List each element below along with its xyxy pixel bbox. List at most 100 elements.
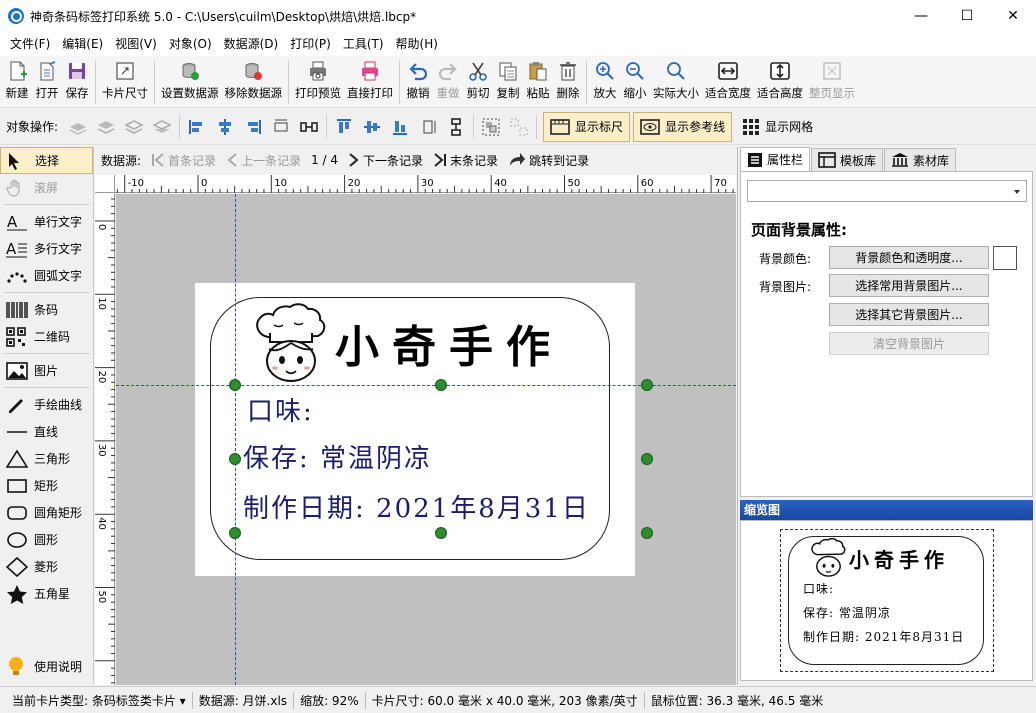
fit-width-button[interactable]: 适合宽度 xyxy=(702,56,754,106)
send-backward-icon[interactable] xyxy=(120,113,148,141)
menu-object[interactable]: 对象(O) xyxy=(163,32,218,56)
undo-button[interactable]: 撤销 xyxy=(403,56,433,106)
label-card[interactable]: 小奇手作 口味: 保存: 常温阴凉 制作日期: 2021年8月31日 xyxy=(195,283,635,576)
show-grid-toggle[interactable]: 显示网格 xyxy=(735,112,820,142)
tool-rect[interactable]: 矩形 xyxy=(0,472,93,499)
distribute-vertical-icon[interactable] xyxy=(442,113,470,141)
bring-forward-icon[interactable] xyxy=(92,113,120,141)
menu-view[interactable]: 视图(V) xyxy=(109,32,163,56)
selection-handle[interactable] xyxy=(229,379,241,391)
show-guides-toggle[interactable]: 显示参考线 xyxy=(633,111,733,142)
vertical-guide-line[interactable] xyxy=(235,194,236,685)
bg-other-image-button[interactable]: 选择其它背景图片... xyxy=(829,303,989,326)
jump-record-button[interactable]: 跳转到记录 xyxy=(508,152,589,169)
tool-single-text[interactable]: A 单行文字 xyxy=(0,208,93,235)
tool-qrcode[interactable]: 二维码 xyxy=(0,323,93,350)
same-height-icon[interactable] xyxy=(414,113,442,141)
group-icon[interactable] xyxy=(477,113,505,141)
chef-mascot-icon[interactable] xyxy=(252,303,328,385)
selection-handle[interactable] xyxy=(435,379,447,391)
tool-freehand[interactable]: 手绘曲线 xyxy=(0,391,93,418)
align-left-icon[interactable] xyxy=(183,113,211,141)
tab-properties[interactable]: 属性栏 xyxy=(740,147,811,171)
align-center-icon[interactable] xyxy=(211,113,239,141)
tool-multi-text[interactable]: A 多行文字 xyxy=(0,235,93,262)
prev-record-button[interactable]: 上一条记录 xyxy=(226,152,301,169)
tool-image[interactable]: 图片 xyxy=(0,357,93,384)
selection-handle[interactable] xyxy=(229,527,241,539)
tool-line[interactable]: 直线 xyxy=(0,418,93,445)
bg-common-image-button[interactable]: 选择常用背景图片... xyxy=(829,274,989,297)
thumbnail-preview[interactable]: 小奇手作 口味: 保存: 常温阴凉 制作日期: 2021年8月31日 xyxy=(740,520,1033,681)
zoom-in-button[interactable]: 放大 xyxy=(590,56,620,106)
bg-clear-image-button[interactable]: 清空背景图片 xyxy=(829,332,989,355)
tab-materials[interactable]: 素材库 xyxy=(884,148,957,171)
cut-button[interactable]: 剪切 xyxy=(463,56,493,106)
actual-size-button[interactable]: 实际大小 xyxy=(650,56,702,106)
zoom-out-button[interactable]: 缩小 xyxy=(620,56,650,106)
align-middle-icon[interactable] xyxy=(358,113,386,141)
tool-barcode[interactable]: 条码 xyxy=(0,296,93,323)
label-title-text[interactable]: 小奇手作 xyxy=(335,311,563,375)
selection-handle[interactable] xyxy=(641,453,653,465)
save-button[interactable]: 保存 xyxy=(62,56,92,106)
distribute-horizontal-icon[interactable] xyxy=(295,113,323,141)
tool-arc-text[interactable]: 圆弧文字 xyxy=(0,262,93,289)
design-canvas[interactable]: 小奇手作 口味: 保存: 常温阴凉 制作日期: 2021年8月31日 xyxy=(116,194,736,685)
menu-file[interactable]: 文件(F) xyxy=(4,32,56,56)
align-top-icon[interactable] xyxy=(330,113,358,141)
send-to-back-icon[interactable] xyxy=(148,113,176,141)
selection-handle[interactable] xyxy=(435,527,447,539)
menu-edit[interactable]: 编辑(E) xyxy=(56,32,109,56)
align-bottom-icon[interactable] xyxy=(386,113,414,141)
tab-templates[interactable]: 模板库 xyxy=(811,148,884,171)
label-flavor-text[interactable]: 口味: xyxy=(247,391,314,428)
menu-help[interactable]: 帮助(H) xyxy=(390,32,444,56)
tool-triangle[interactable]: 三角形 xyxy=(0,445,93,472)
delete-button[interactable]: 删除 xyxy=(553,56,583,106)
fit-height-button[interactable]: 适合高度 xyxy=(754,56,806,106)
object-selector-dropdown[interactable] xyxy=(747,180,1027,202)
align-right-icon[interactable] xyxy=(239,113,267,141)
maximize-button[interactable]: ☐ xyxy=(944,0,990,32)
minimize-button[interactable]: — xyxy=(898,0,944,32)
copy-button[interactable]: 复制 xyxy=(493,56,523,106)
same-width-icon[interactable] xyxy=(267,113,295,141)
tool-select[interactable]: 选择 xyxy=(0,147,93,174)
redo-button[interactable]: 重做 xyxy=(433,56,463,106)
print-preview-button[interactable]: 打印预览 xyxy=(292,56,344,106)
menu-datasource[interactable]: 数据源(D) xyxy=(218,32,285,56)
show-ruler-toggle[interactable]: 显示标尺 xyxy=(543,111,631,142)
open-button[interactable]: 打开 xyxy=(32,56,62,106)
tool-star[interactable]: 五角星 xyxy=(0,580,93,607)
set-datasource-button[interactable]: 设置数据源 xyxy=(158,56,222,106)
full-page-button[interactable]: 整页显示 xyxy=(806,56,858,106)
label-date-text[interactable]: 制作日期: 2021年8月31日 xyxy=(243,488,590,525)
menu-tools[interactable]: 工具(T) xyxy=(337,32,390,56)
remove-datasource-button[interactable]: 移除数据源 xyxy=(222,56,286,106)
next-record-button[interactable]: 下一条记录 xyxy=(348,152,423,169)
help-guide-button[interactable]: 使用说明 xyxy=(0,653,93,680)
selection-handle[interactable] xyxy=(641,527,653,539)
tool-circle[interactable]: 圆形 xyxy=(0,526,93,553)
bg-color-swatch[interactable] xyxy=(993,246,1017,270)
direct-print-button[interactable]: 直接打印 xyxy=(344,56,396,106)
last-record-button[interactable]: 末条记录 xyxy=(433,152,498,169)
bring-to-front-icon[interactable] xyxy=(64,113,92,141)
status-card-type[interactable]: 当前卡片类型: 条码标签类卡片 ▾ xyxy=(6,691,193,709)
ungroup-icon[interactable] xyxy=(505,113,533,141)
menu-print[interactable]: 打印(P) xyxy=(284,32,337,56)
tool-scroll[interactable]: 滚屏 xyxy=(0,174,93,201)
tool-round-rect[interactable]: 圆角矩形 xyxy=(0,499,93,526)
paste-button[interactable]: 粘贴 xyxy=(523,56,553,106)
new-button[interactable]: 新建 xyxy=(2,56,32,106)
horizontal-ruler[interactable]: -10 0 10 20 30 40 50 60 70 xyxy=(115,175,736,193)
label-storage-text[interactable]: 保存: 常温阴凉 xyxy=(243,438,432,475)
bg-color-button[interactable]: 背景颜色和透明度... xyxy=(829,246,989,269)
close-button[interactable]: ✕ xyxy=(990,0,1036,32)
selection-handle[interactable] xyxy=(229,453,241,465)
first-record-button[interactable]: 首条记录 xyxy=(151,152,216,169)
selection-handle[interactable] xyxy=(641,379,653,391)
vertical-ruler[interactable]: 0 10 20 30 40 50 xyxy=(95,193,115,685)
card-size-button[interactable]: 卡片尺寸 xyxy=(99,56,151,106)
